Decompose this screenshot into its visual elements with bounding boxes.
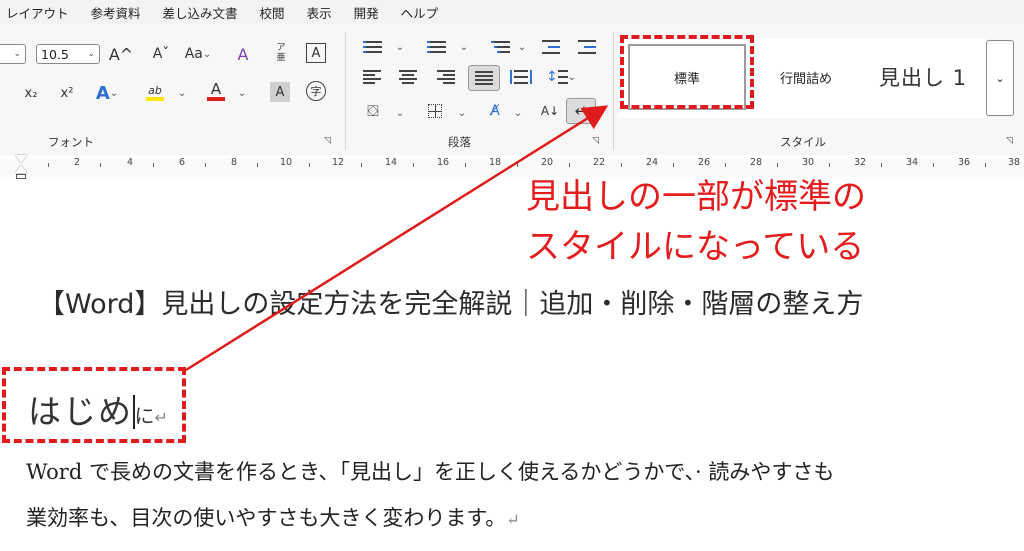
annotation-line-2: スタイルになっている xyxy=(526,227,865,267)
annotation-arrow xyxy=(185,105,609,372)
annotation-line-1: 見出しの一部が標準の xyxy=(526,177,866,217)
annotation-callout: 見出しの一部が標準の スタイルになっている xyxy=(526,172,866,272)
